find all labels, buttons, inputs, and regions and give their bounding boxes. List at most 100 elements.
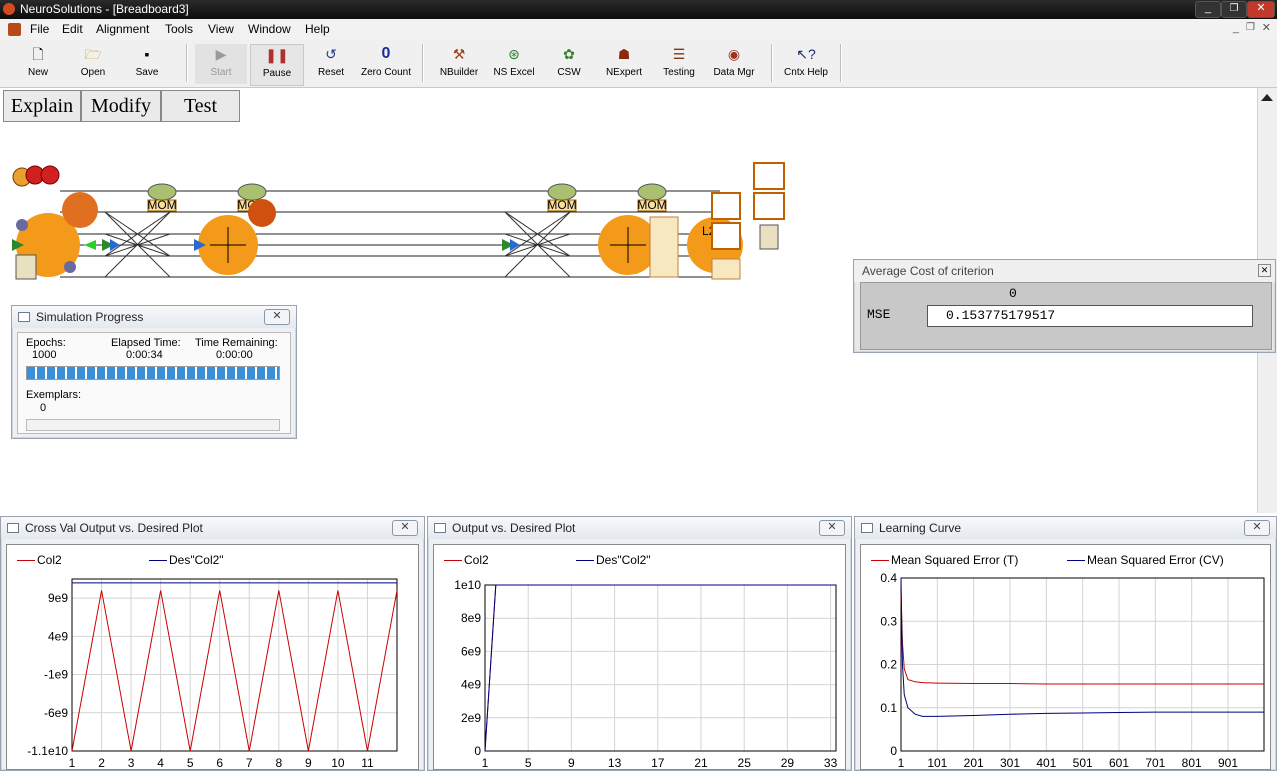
nexpert-button[interactable]: ☗ NExpert [598,44,650,84]
save-button[interactable]: ▪ Save [121,44,173,84]
x-tick-label: 1 [69,756,76,770]
mom-component-1[interactable]: MOM [147,183,177,212]
menu-tools[interactable]: Tools [165,22,193,36]
x-tick-label: 9 [305,756,312,770]
close-button[interactable]: ✕ [1247,1,1275,18]
mdi-close-button[interactable]: ✕ [1262,21,1271,34]
close-icon[interactable]: ✕ [392,520,418,536]
output-plot-window: Output vs. Desired Plot ✕ Col2 Des"Col2"… [427,516,852,771]
input-node-1 [102,239,120,251]
play-icon: ▶ [215,46,227,62]
remaining-value: 0:00:00 [216,349,253,361]
reset-button[interactable]: ↺ Reset [305,44,357,84]
modify-button[interactable]: Modify [81,90,161,122]
legend-swatch [871,560,889,562]
start-button[interactable]: ▶ Start [195,44,247,84]
scroll-up-icon[interactable] [1261,94,1273,101]
document-icon[interactable] [8,23,21,36]
window-icon [18,312,30,322]
plot-frame [484,584,837,752]
mdi-restore-button[interactable]: ❐ [1246,22,1255,33]
toolbar-separator [422,44,424,82]
x-tick-label: 3 [128,756,135,770]
zero-count-button[interactable]: 0 Zero Count [360,44,412,84]
menu-view[interactable]: View [208,22,234,36]
testing-icon: ☰ [672,46,686,62]
new-file-icon: 🗋 [32,46,44,62]
exemplars-value: 0 [40,402,47,414]
input-node-2 [502,239,520,251]
x-tick-label: 33 [824,756,838,770]
context-help-icon: ↖? [796,46,816,62]
nbuilder-button[interactable]: ⚒ NBuilder [433,44,485,84]
menu-alignment[interactable]: Alignment [96,22,149,36]
mom-component-3[interactable]: MOM [547,183,577,212]
close-icon[interactable]: ✕ [819,520,845,536]
epoch-progress-fill [27,367,279,379]
learning-curve-title: Learning Curve [879,521,962,535]
x-tick-label: 5 [187,756,194,770]
zero-icon: 0 [381,45,391,62]
x-tick-label: 1 [482,756,489,770]
testing-button[interactable]: ☰ Testing [653,44,705,84]
context-help-button[interactable]: ↖? Cntx Help [780,44,832,84]
legend-mse-training: Mean Squared Error (T) [871,553,1018,567]
elapsed-value: 0:00:34 [126,349,163,361]
output-axon[interactable] [598,215,679,278]
cost-value: 0.153775179517 [946,308,1056,323]
csw-button[interactable]: ✿ CSW [543,44,595,84]
average-cost-header: Average Cost of criterion ✕ [854,260,1275,282]
pause-button[interactable]: ❚❚ Pause [250,44,304,86]
mom-component-4[interactable]: MOM [637,183,667,212]
y-tick-label: 8e9 [461,611,481,625]
y-tick-label: -6e9 [44,706,68,720]
x-tick-label: 2 [98,756,105,770]
x-tick-label: 201 [964,756,984,770]
close-icon[interactable]: ✕ [1258,264,1271,277]
test-button[interactable]: Test [161,90,240,122]
mom-label-3: MOM [547,198,576,212]
y-tick-label: 0.4 [880,571,897,585]
hidden-axon-1[interactable] [194,199,276,275]
data-manager-button[interactable]: ◉ Data Mgr [708,44,760,84]
close-icon[interactable]: ✕ [1244,520,1270,536]
simulation-progress-header: Simulation Progress ✕ [12,306,296,328]
x-tick-label: 101 [927,756,947,770]
y-tick-label: 0 [474,744,481,758]
crossval-chart: 1 2 3 4 5 6 7 8 9 10 11 9e9 4e9 -1e9 -6e9 -1.1e10 [27,578,398,770]
mdi-minimize-button[interactable]: _ [1233,22,1239,34]
menu-help[interactable]: Help [305,22,330,36]
excel-icon: ⊛ [508,46,520,62]
crossval-plot-header: Cross Val Output vs. Desired Plot ✕ [1,517,424,539]
new-button[interactable]: 🗋 New [12,44,64,84]
output-chart: 1 5 9 13 17 21 25 29 33 1e10 8e9 6e9 4e9 2e9 0 [454,578,838,770]
open-button[interactable]: 🗁 Open [67,44,119,84]
x-tick-label: 901 [1218,756,1238,770]
menu-file[interactable]: File [30,22,49,36]
ns-excel-button[interactable]: ⊛ NS Excel [488,44,540,84]
x-tick-label: 601 [1109,756,1129,770]
toolbar: 🗋 New 🗁 Open ▪ Save ▶ Start ❚❚ Pause ↺ Reset 0… [0,40,1277,88]
x-tick-label: 10 [331,756,345,770]
csw-icon: ✿ [563,46,575,62]
network-diagram[interactable]: MOM MOM MOM MOM L2 [0,155,800,285]
window-icon [861,523,873,533]
minimize-button[interactable]: _ [1195,1,1221,18]
window-icon [434,523,446,533]
restore-button[interactable]: ❐ [1221,1,1247,18]
menu-window[interactable]: Window [248,22,291,36]
epoch-progress-bar [26,366,280,380]
toolbar-separator [771,44,773,82]
cost-table: 0 MSE 0.153775179517 [860,282,1272,350]
x-tick-label: 1 [898,756,905,770]
elapsed-label: Elapsed Time: [111,337,181,349]
explain-button[interactable]: Explain [3,90,81,122]
mom-label-4: MOM [637,198,666,212]
menu-edit[interactable]: Edit [62,22,83,36]
y-tick-label: -1.1e10 [27,744,68,758]
menu-bar: File Edit Alignment Tools View Window He… [0,19,1277,41]
crossval-plot-title: Cross Val Output vs. Desired Plot [25,521,203,535]
average-cost-window: Average Cost of criterion ✕ 0 MSE 0.1537… [853,259,1276,353]
close-icon[interactable]: ✕ [264,309,290,325]
x-tick-label: 801 [1182,756,1202,770]
